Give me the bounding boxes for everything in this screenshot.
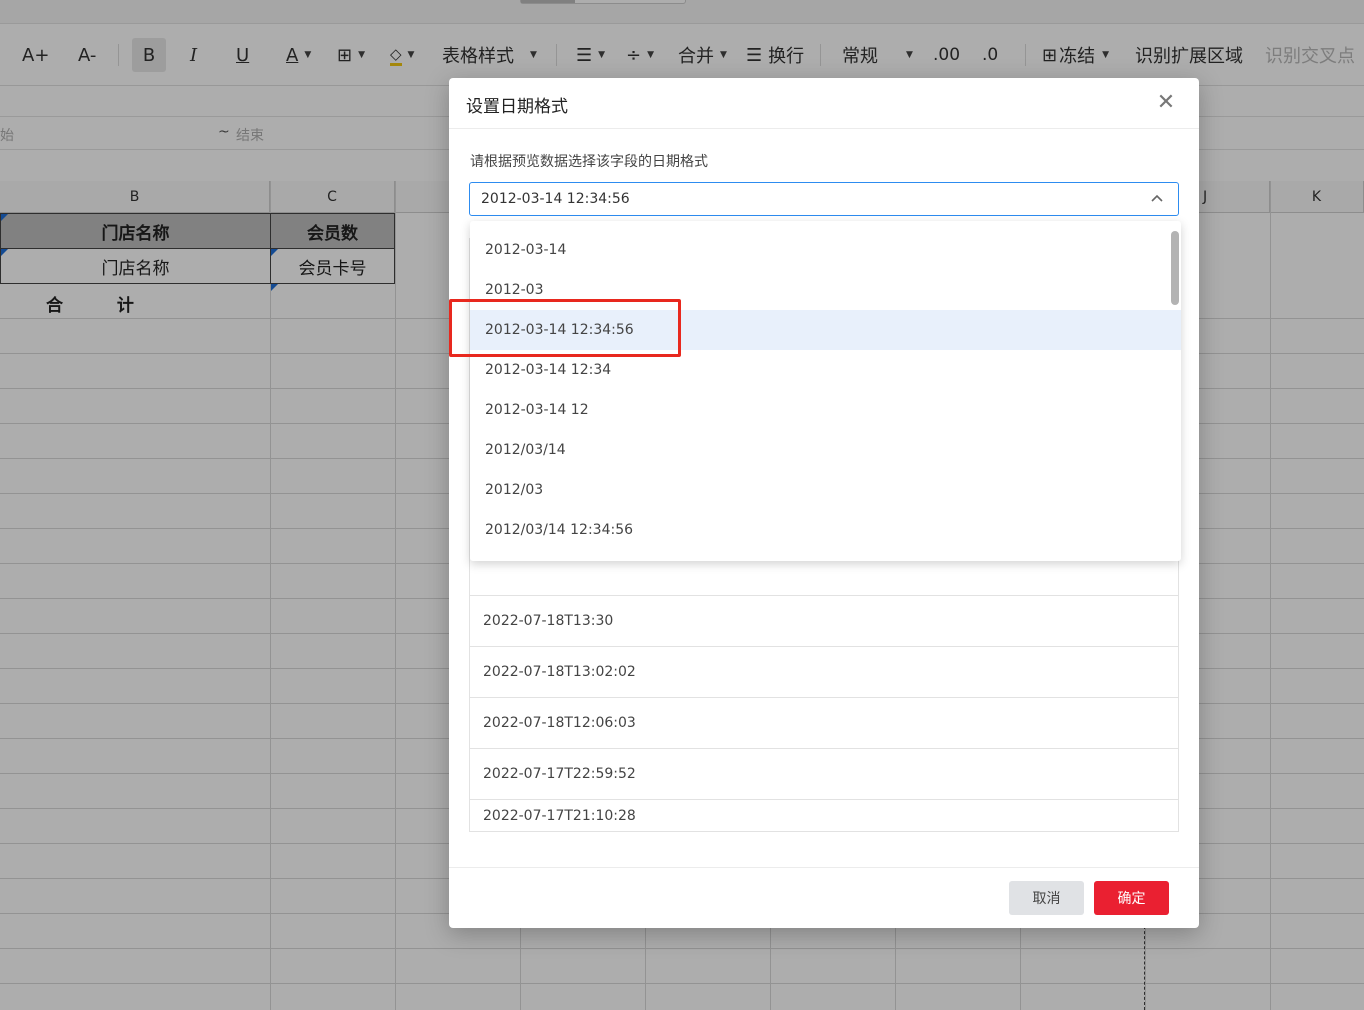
format-option[interactable]: 2012-03-14 12: [470, 390, 1181, 430]
preview-row: 2022-07-17T22:59:52: [470, 749, 1178, 800]
divider: [449, 867, 1199, 868]
format-option[interactable]: 2012-03: [470, 270, 1181, 310]
close-icon: ✕: [1156, 90, 1176, 115]
instruction-text: 请根据预览数据选择该字段的日期格式: [470, 154, 708, 170]
preview-value: 2022-07-17T21:10:28: [483, 808, 636, 824]
format-option[interactable]: 2012/03: [470, 470, 1181, 510]
date-format-select[interactable]: 2012-03-14 12:34:56: [469, 182, 1179, 216]
format-option-selected[interactable]: 2012-03-14 12:34:56: [470, 310, 1181, 350]
format-option[interactable]: 2012/03/14: [470, 430, 1181, 470]
option-label: 2012-03: [485, 282, 544, 298]
preview-row: 2022-07-18T12:06:03: [470, 698, 1178, 749]
format-option[interactable]: 2012/03/14 12:34:56: [470, 510, 1181, 550]
preview-value: 2022-07-18T12:06:03: [483, 715, 636, 731]
preview-row: 2022-07-18T13:30: [470, 596, 1178, 647]
date-format-dialog: 设置日期格式 ✕ 请根据预览数据选择该字段的日期格式 2012-03-14 12…: [449, 78, 1199, 928]
confirm-label: 确定: [1117, 891, 1146, 907]
cancel-label: 取消: [1032, 891, 1061, 907]
dropdown-scrollbar[interactable]: [1171, 231, 1179, 305]
preview-value: 2022-07-18T13:30: [483, 613, 614, 629]
select-value: 2012-03-14 12:34:56: [481, 191, 630, 207]
divider: [449, 128, 1199, 129]
option-label: 2012/03/14 12:34:56: [485, 522, 634, 538]
format-option[interactable]: 2012-03-14: [470, 230, 1181, 270]
option-label: 2012-03-14 12:34: [485, 362, 612, 378]
close-button[interactable]: ✕: [1155, 92, 1177, 114]
preview-row: 2022-07-17T21:10:28: [470, 800, 1178, 832]
format-option[interactable]: 2012-03-14 12:34: [470, 350, 1181, 390]
chevron-up-icon: [1151, 194, 1163, 202]
option-label: 2012/03/14: [485, 442, 566, 458]
preview-value: 2022-07-18T13:02:02: [483, 664, 636, 680]
option-label: 2012-03-14: [485, 242, 567, 258]
preview-value: 2022-07-17T22:59:52: [483, 766, 636, 782]
confirm-button[interactable]: 确定: [1094, 881, 1169, 915]
option-label: 2012-03-14 12:34:56: [485, 322, 634, 338]
preview-row: 2022-07-18T13:02:02: [470, 647, 1178, 698]
dialog-title: 设置日期格式: [466, 97, 568, 117]
option-label: 2012-03-14 12: [485, 402, 589, 418]
date-format-dropdown[interactable]: 2012-03-14 2012-03 2012-03-14 12:34:56 2…: [470, 221, 1181, 561]
cancel-button[interactable]: 取消: [1009, 881, 1084, 915]
option-label: 2012/03: [485, 482, 544, 498]
